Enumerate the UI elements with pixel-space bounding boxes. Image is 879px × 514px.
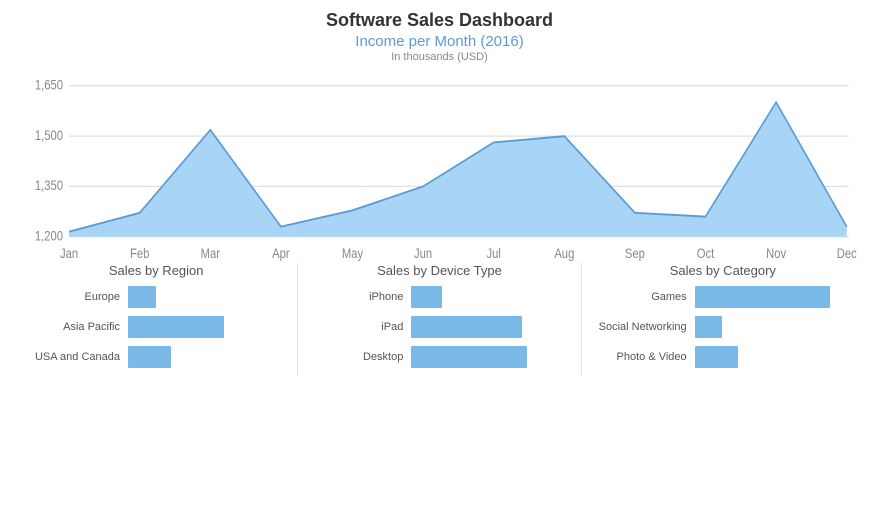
category-fill-2 [695,346,738,368]
category-track-1 [695,316,849,338]
category-bar-row-1: Social Networking [597,316,849,338]
device-track-2 [411,346,565,368]
device-label-0: iPhone [313,291,403,303]
svg-text:Dec: Dec [837,246,857,261]
svg-text:Jul: Jul [487,246,501,261]
region-label-2: USA and Canada [30,351,120,363]
main-title: Software Sales Dashboard [20,10,859,31]
device-fill-2 [411,346,527,368]
svg-text:Sep: Sep [625,246,645,261]
svg-text:1,350: 1,350 [35,178,63,193]
svg-text:1,200: 1,200 [35,228,63,243]
svg-text:1,500: 1,500 [35,128,63,143]
svg-text:Nov: Nov [766,246,787,261]
category-bar-row-2: Photo & Video [597,346,849,368]
region-track-1 [128,316,282,338]
device-bar-row-2: Desktop [313,346,565,368]
device-fill-1 [411,316,522,338]
device-track-1 [411,316,565,338]
svg-text:Aug: Aug [554,246,574,261]
area-chart-subtitle: In thousands (USD) [20,51,859,63]
category-label-1: Social Networking [597,321,687,333]
svg-text:Feb: Feb [130,246,149,261]
device-label-2: Desktop [313,351,403,363]
category-fill-1 [695,316,723,338]
region-label-0: Europe [30,291,120,303]
category-track-2 [695,346,849,368]
svg-text:Jun: Jun [414,246,432,261]
svg-text:Apr: Apr [272,246,290,261]
dashboard: Software Sales Dashboard Income per Mont… [0,0,879,514]
svg-text:Jan: Jan [60,246,78,261]
svg-text:Oct: Oct [697,246,715,261]
device-bar-row-1: iPad [313,316,565,338]
category-label-2: Photo & Video [597,351,687,363]
region-bar-row-2: USA and Canada [30,346,282,368]
region-bar-row-1: Asia Pacific [30,316,282,338]
device-label-1: iPad [313,321,403,333]
svg-text:Mar: Mar [201,246,220,261]
area-chart-container: Income per Month (2016) In thousands (US… [20,33,859,253]
svg-text:May: May [342,246,364,261]
region-fill-1 [128,316,224,338]
area-chart-title: Income per Month (2016) [20,33,859,50]
area-fill [69,102,847,237]
region-label-1: Asia Pacific [30,321,120,333]
region-track-2 [128,346,282,368]
region-fill-2 [128,346,171,368]
area-chart-svg: 1,650 1,500 1,350 1,200 Jan Feb Mar Apr … [20,67,859,287]
category-label-0: Games [597,291,687,303]
svg-text:1,650: 1,650 [35,78,63,93]
